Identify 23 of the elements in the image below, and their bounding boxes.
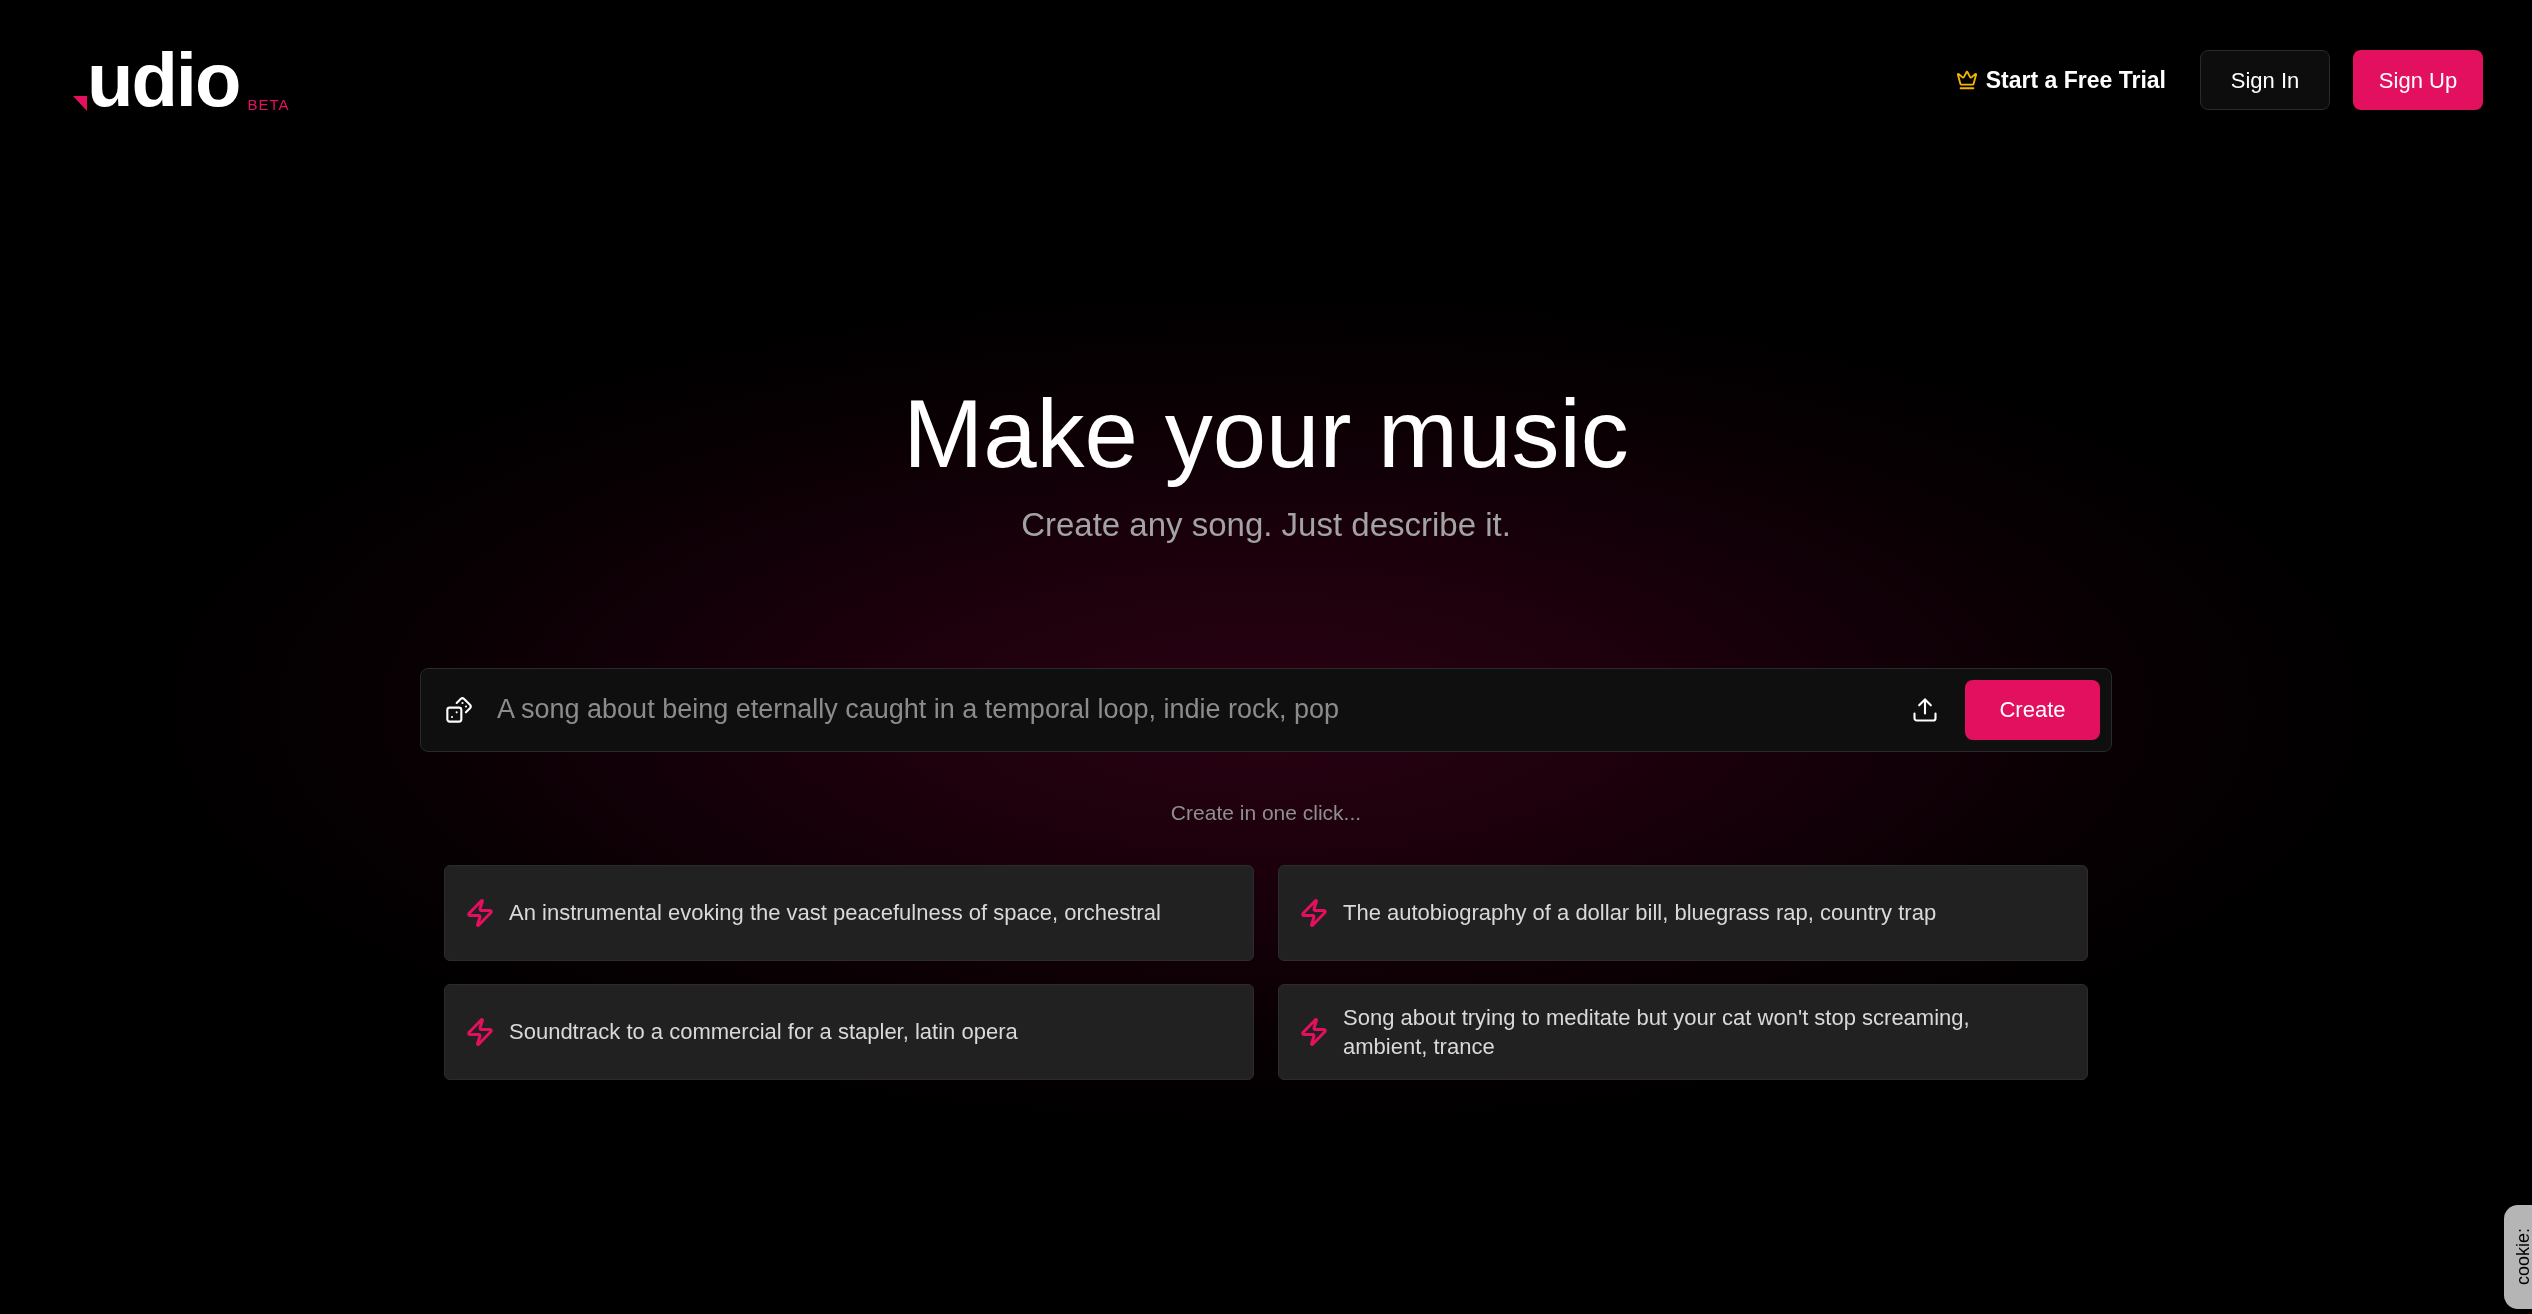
sign-up-button[interactable]: Sign Up (2353, 50, 2483, 111)
triangle-icon (73, 95, 87, 111)
lightning-icon (465, 897, 495, 928)
sign-in-button[interactable]: Sign In (2200, 50, 2330, 111)
lightning-icon (1299, 897, 1329, 928)
hero-title: Make your music (903, 378, 1629, 489)
suggestion-card[interactable]: The autobiography of a dollar bill, bluegrass rap, country trap (1278, 864, 2088, 961)
suggestions-heading: Create in one click... (1170, 800, 1362, 825)
create-button[interactable]: Create (1965, 679, 2100, 740)
free-trial-link[interactable]: Start a Free Trial (1955, 63, 2166, 98)
logo-wordmark: udio (87, 48, 240, 113)
dice-icon[interactable] (445, 695, 473, 724)
lightning-icon (465, 1016, 495, 1047)
suggestion-card[interactable]: Song about trying to meditate but your cat won't stop screaming, ambient, trance (1278, 983, 2088, 1080)
suggestion-card[interactable]: Soundtrack to a commercial for a stapler, latin opera (444, 983, 1254, 1080)
crown-icon (1955, 69, 1978, 92)
hero-subtitle: Create any song. Just describe it. (1021, 505, 1511, 544)
beta-label: BETA (247, 96, 290, 112)
suggestion-card[interactable]: An instrumental evoking the vast peacefulness of space, orchestral (444, 864, 1254, 961)
cookie-tab[interactable]: cookie: (2504, 1205, 2532, 1309)
lightning-icon (1299, 1016, 1329, 1047)
prompt-input[interactable]: A song about being eternally caught in a temporal loop, indie rock, pop (497, 684, 1911, 735)
prompt-field[interactable]: A song about being eternally caught in a temporal loop, indie rock, pop Create (420, 667, 2112, 752)
